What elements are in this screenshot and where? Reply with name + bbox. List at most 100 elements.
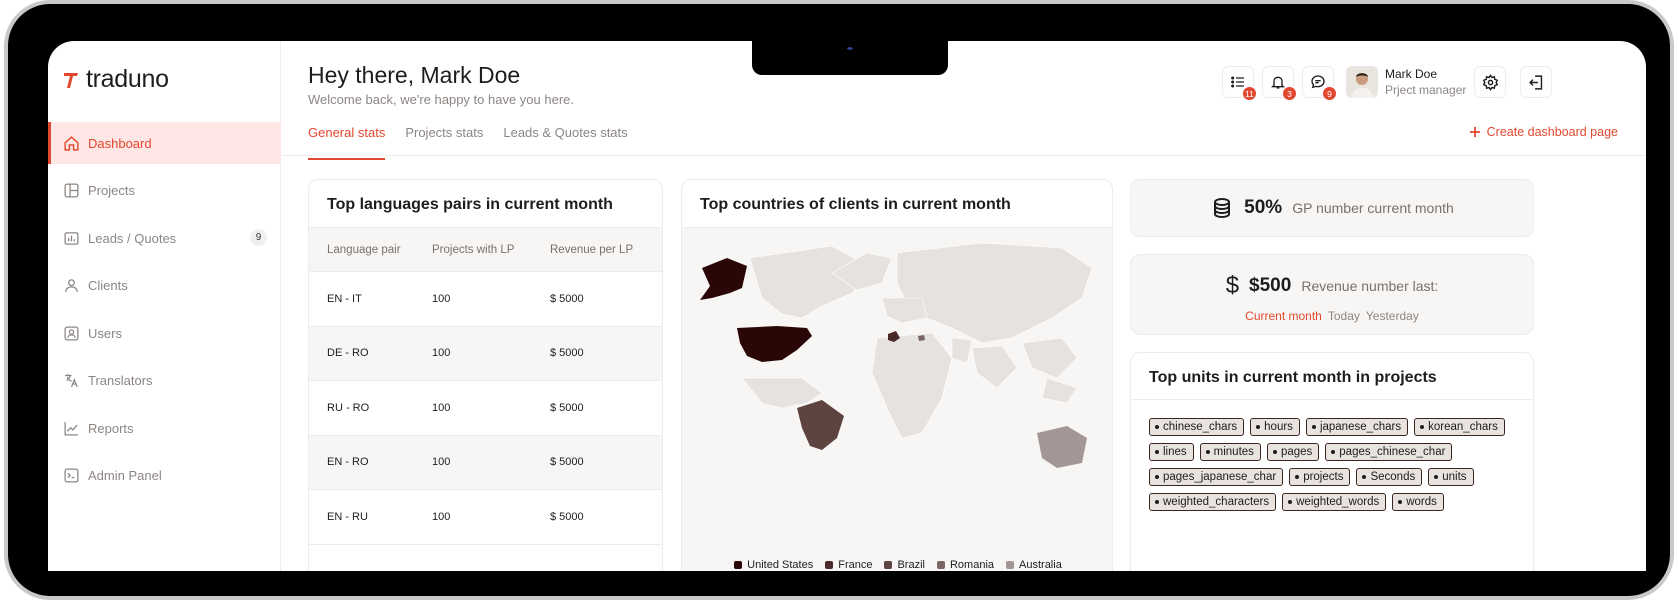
unit-chip[interactable]: hours [1250,418,1300,436]
table-cell: $ 5000 [550,347,584,360]
create-dashboard-page-label: Create dashboard page [1486,125,1618,139]
logout-icon [1528,74,1542,90]
unit-chip[interactable]: units [1428,468,1474,486]
traduno-logo-icon [64,72,78,88]
chat-icon [1311,75,1325,89]
period-current-month[interactable]: Current month [1245,309,1322,323]
tasks-button[interactable]: 11 [1222,66,1256,100]
countries-title: Top countries of clients in current mont… [682,180,1112,228]
unit-chip-label: lines [1163,446,1187,458]
period-today[interactable]: Today [1328,309,1360,323]
coins-icon [1214,198,1231,219]
trend-icon [62,419,80,437]
legend-item[interactable]: United States [734,559,813,571]
unit-chip-label: Seconds [1370,471,1416,483]
world-map[interactable]: United States France Brazil Romania Aust… [682,228,1112,571]
sidebar-item-projects[interactable]: Projects [48,170,281,212]
table-cell: 100 [432,347,451,360]
layout-icon [62,182,80,200]
logout-button[interactable] [1520,66,1552,98]
user-name: Mark Doe [1385,67,1438,81]
period-yesterday[interactable]: Yesterday [1366,309,1419,323]
sidebar-item-label: Clients [88,278,128,293]
legend-label: Romania [949,559,995,571]
tabs-divider [282,155,1646,156]
table-row: DE - RO 100 $ 5000 [309,326,662,381]
user-card-icon [62,324,80,342]
map-legend: United States France Brazil Romania Aust… [682,559,1112,571]
unit-chip-label: chinese_chars [1163,421,1238,433]
sidebar-item-label: Admin Panel [88,468,162,483]
unit-chip[interactable]: Seconds [1356,468,1423,486]
sidebar: traduno Dashboard Projects Leads / Quote… [48,41,281,571]
app-screen: traduno Dashboard Projects Leads / Quote… [48,41,1646,571]
notifications-button[interactable]: 3 [1262,66,1296,100]
unit-chip[interactable]: minutes [1199,443,1261,461]
create-dashboard-page-button[interactable]: Create dashboard page [1469,125,1618,139]
header-actions: 11 3 9 [1222,66,1336,100]
unit-chip-label: projects [1303,471,1344,483]
sidebar-item-reports[interactable]: Reports [48,407,281,449]
map-region-brazil [797,400,844,450]
plus-icon [1469,127,1480,137]
unit-chip[interactable]: weighted_characters [1149,493,1277,511]
legend-label: Brazil [897,559,925,571]
table-cell: $ 5000 [550,292,584,305]
unit-chip[interactable]: projects [1289,468,1351,486]
unit-chip[interactable]: weighted_words [1282,493,1387,511]
sidebar-item-dashboard[interactable]: Dashboard [48,122,281,164]
units-chip-list: chinese_chars hours japanese_chars korea… [1131,400,1533,529]
camera-notch [752,41,948,75]
legend-item[interactable]: France [825,559,872,571]
unit-chip[interactable]: chinese_chars [1149,418,1245,436]
sidebar-item-users[interactable]: Users [48,312,281,354]
map-region-united-states [737,326,812,362]
logo[interactable]: traduno [62,65,169,94]
table-cell: EN - RU [327,510,368,523]
gp-value: 50% [1244,197,1283,218]
sidebar-item-label: Users [88,325,122,341]
settings-button[interactable] [1474,66,1506,98]
tab-leads-quotes-stats[interactable]: Leads & Quotes stats [503,118,627,160]
sidebar-item-admin-panel[interactable]: Admin Panel [48,455,281,497]
table-cell: $ 5000 [550,401,584,414]
tab-projects-stats[interactable]: Projects stats [405,118,483,160]
unit-chip[interactable]: pages [1266,443,1320,461]
table-header: Language pair Projects with LP Revenue p… [309,228,662,272]
unit-chip[interactable]: pages_chinese_char [1325,443,1453,461]
dollar-icon: $ [1225,272,1240,299]
bell-icon [1271,76,1285,89]
unit-chip[interactable]: words [1392,493,1444,511]
user-menu[interactable]: Mark Doe Prject manager [1346,66,1466,98]
unit-chip[interactable]: lines [1149,443,1194,461]
sidebar-item-label: Translators [88,373,153,388]
translate-icon [62,372,80,390]
stats-tabs: General stats Projects stats Leads & Quo… [308,118,628,160]
legend-label: Australia [1019,559,1062,571]
sidebar-item-clients[interactable]: Clients [48,265,281,307]
unit-chip-label: units [1442,471,1467,483]
table-cell: 100 [432,510,451,523]
tab-general-stats[interactable]: General stats [308,118,386,160]
list-icon [1231,76,1244,88]
legend-item[interactable]: Australia [1006,559,1062,571]
table-row: EN - RU 100 $ 5000 [309,490,662,545]
table-row: EN - RO 100 $ 5000 [309,435,662,490]
sidebar-item-leads-quotes[interactable]: Leads / Quotes 9 [48,217,281,259]
unit-chip[interactable]: korean_chars [1414,418,1505,436]
brand-name: traduno [86,65,169,93]
table-cell: $ 5000 [550,510,584,523]
table-body: EN - IT 100 $ 5000 DE - RO 100 $ 5000 RU - R… [309,272,662,545]
world-map-graphic [700,242,1093,468]
unit-chip[interactable]: pages_japanese_char [1149,468,1284,486]
legend-item[interactable]: Romania [936,559,995,571]
table-cell: EN - IT [327,292,362,305]
device-frame: traduno Dashboard Projects Leads / Quote… [4,0,1674,600]
unit-chip[interactable]: japanese_chars [1305,418,1409,436]
unit-chip-label: minutes [1213,446,1254,458]
sidebar-item-translators[interactable]: Translators [48,360,281,402]
table-cell: 100 [432,401,451,414]
legend-item[interactable]: Brazil [884,559,925,571]
messages-button[interactable]: 9 [1302,66,1336,100]
user-role: Prject manager [1385,83,1467,97]
